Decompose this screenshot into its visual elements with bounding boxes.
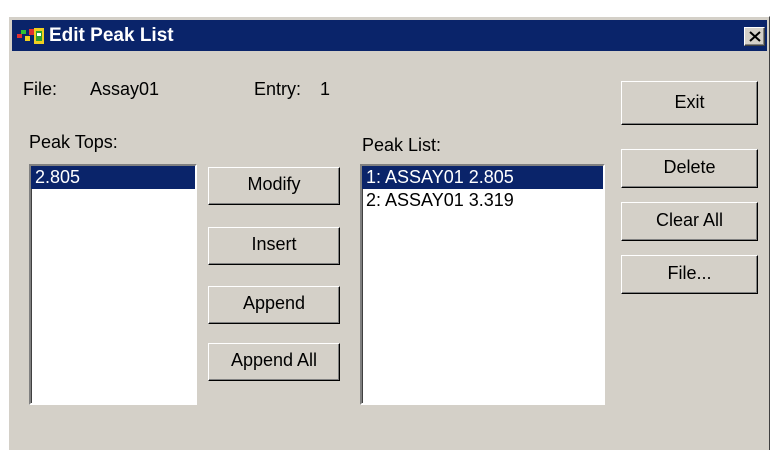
close-icon <box>749 31 761 42</box>
delete-button[interactable]: Delete <box>621 149 758 188</box>
insert-button[interactable]: Insert <box>208 227 340 265</box>
peak-tops-listbox[interactable]: 2.805 <box>29 164 197 405</box>
entry-value: 1 <box>320 79 331 99</box>
file-button[interactable]: File... <box>621 255 758 294</box>
append-button-label: Append <box>242 293 306 313</box>
file-button-label: File... <box>667 263 712 283</box>
window-title: Edit Peak List <box>49 25 174 46</box>
modify-button[interactable]: Modify <box>208 167 340 205</box>
exit-button[interactable]: Exit <box>621 81 758 125</box>
peak-tops-item[interactable]: 2.805 <box>31 166 195 189</box>
close-button[interactable] <box>744 27 765 46</box>
peak-tops-label: Peak Tops: <box>29 132 118 152</box>
append-all-button-label: Append All <box>230 350 318 370</box>
peak-list-listbox[interactable]: 1: ASSAY01 2.805 2: ASSAY01 3.319 <box>360 164 605 405</box>
title-bar[interactable]: Edit Peak List <box>12 20 767 51</box>
app-icon <box>17 27 45 45</box>
file-label: File: <box>23 79 58 99</box>
append-all-button[interactable]: Append All <box>208 343 340 381</box>
file-value: Assay01 <box>90 79 160 99</box>
entry-label: Entry: <box>254 79 302 99</box>
clear-all-button-label: Clear All <box>655 210 724 230</box>
insert-button-label: Insert <box>251 234 297 254</box>
append-button[interactable]: Append <box>208 286 340 324</box>
peak-list-label: Peak List: <box>362 135 442 155</box>
peak-list-item[interactable]: 2: ASSAY01 3.319 <box>362 189 603 212</box>
clear-all-button[interactable]: Clear All <box>621 202 758 241</box>
delete-button-label: Delete <box>663 157 716 177</box>
exit-button-label: Exit <box>674 92 705 112</box>
edit-peak-list-dialog: Edit Peak List File: Assay01 Entry: 1 Pe… <box>8 16 770 450</box>
modify-button-label: Modify <box>247 174 301 194</box>
peak-list-item[interactable]: 1: ASSAY01 2.805 <box>362 166 603 189</box>
